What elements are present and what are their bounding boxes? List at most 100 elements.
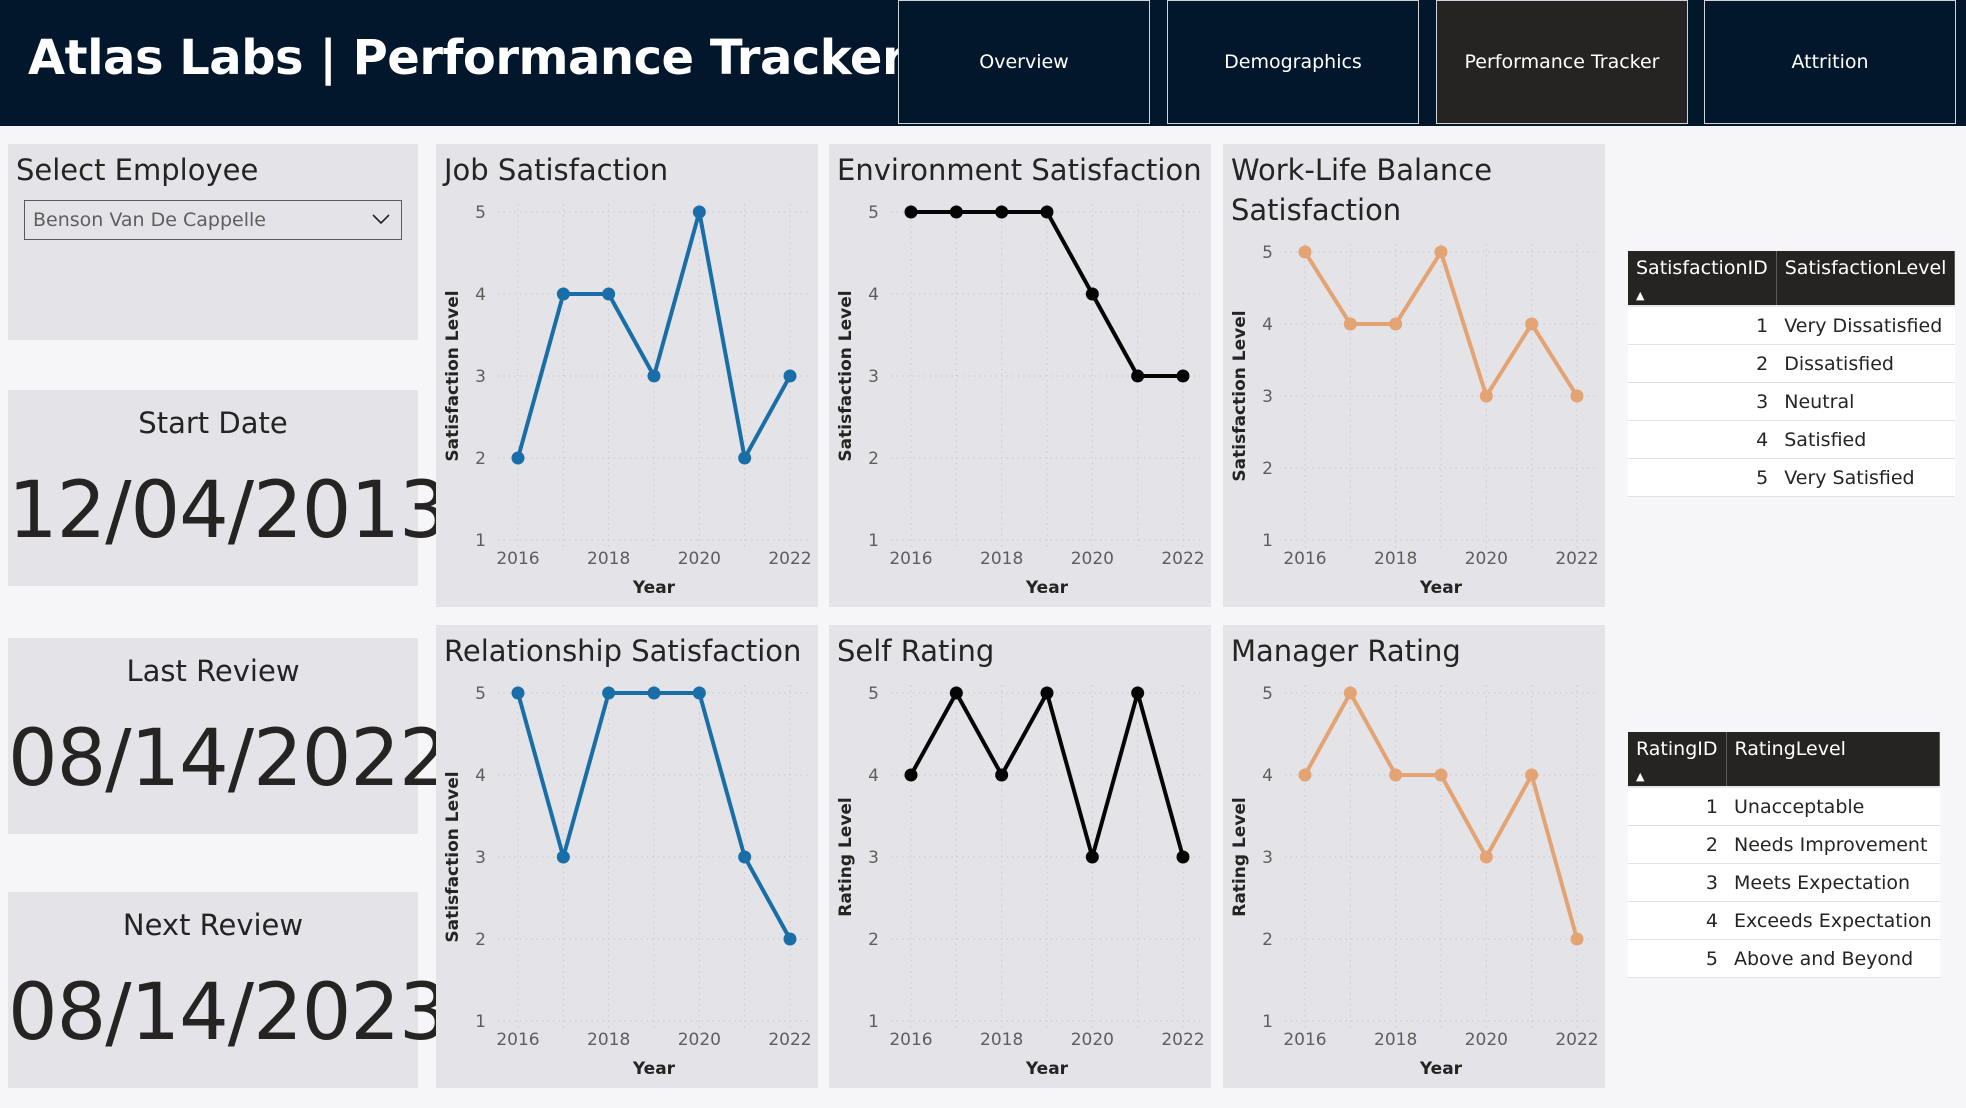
- y-tick-label: 5: [868, 684, 879, 704]
- start-date-card: Start Date 12/04/2013: [8, 390, 449, 586]
- data-point: [995, 768, 1009, 782]
- sort-ascending-icon: ▲: [1636, 770, 1645, 783]
- y-tick-label: 2: [1262, 459, 1273, 479]
- table-cell: Unacceptable: [1726, 786, 1940, 826]
- column-header-rating-level[interactable]: RatingLevel: [1726, 732, 1941, 787]
- header-label: RatingLevel: [1734, 738, 1846, 760]
- table-row: 2 Needs Improvement: [1628, 825, 1940, 864]
- y-tick-label: 5: [475, 203, 486, 223]
- nav-button-overview[interactable]: Overview: [898, 0, 1150, 124]
- sort-ascending-icon: ▲: [1636, 289, 1645, 302]
- nav-button-demographics[interactable]: Demographics: [1167, 0, 1419, 124]
- next-review-card: Next Review 08/14/2023: [8, 892, 449, 1088]
- y-tick-label: 2: [475, 930, 486, 950]
- last-review-card: Last Review 08/14/2022: [8, 638, 449, 834]
- last-review-label: Last Review: [126, 654, 300, 688]
- y-tick-label: 4: [868, 285, 879, 305]
- table-row: 4 Satisfied: [1628, 420, 1955, 459]
- data-point: [1570, 389, 1584, 403]
- satisfaction-lookup-table: SatisfactionID ▲ SatisfactionLevel 1 Very …: [1628, 251, 1956, 497]
- data-point: [602, 686, 616, 700]
- relationship-satisfaction-chart: 1 2 3 4 5 2016 2018 2020 2022 Year Satisfaction Le…: [436, 625, 818, 1088]
- data-point: [1525, 768, 1539, 782]
- data-point: [647, 686, 661, 700]
- self-rating-plot: 1 2 3 4 5 2016 2018 2020 2022 Year Rating Level: [836, 684, 1205, 1079]
- data-point: [511, 451, 525, 465]
- data-point: [995, 205, 1009, 219]
- x-tick-label: 2018: [587, 549, 630, 569]
- header-bar: Atlas Labs | Performance Tracker Overvie…: [0, 0, 1966, 126]
- select-employee-title: Select Employee: [16, 153, 259, 187]
- data-point: [556, 287, 570, 301]
- y-axis-title: Rating Level: [836, 797, 856, 917]
- table-cell: 1: [1628, 786, 1726, 826]
- nav-button-attrition[interactable]: Attrition: [1704, 0, 1956, 124]
- table-cell: 3: [1628, 863, 1726, 902]
- y-tick-label: 4: [868, 766, 879, 786]
- x-tick-label: 2018: [980, 1030, 1023, 1050]
- column-header-satisfaction-id[interactable]: SatisfactionID ▲: [1628, 251, 1777, 306]
- data-point: [1525, 317, 1539, 331]
- x-tick-label: 2022: [1555, 1030, 1598, 1050]
- y-tick-label: 1: [868, 531, 879, 551]
- column-header-satisfaction-level[interactable]: SatisfactionLevel: [1776, 251, 1956, 306]
- x-tick-label: 2016: [1283, 1030, 1326, 1050]
- data-point: [1085, 850, 1099, 864]
- header-label: SatisfactionID: [1636, 257, 1768, 279]
- data-point: [904, 768, 918, 782]
- y-tick-label: 3: [475, 848, 486, 868]
- y-tick-label: 1: [1262, 531, 1273, 551]
- data-point: [692, 686, 706, 700]
- x-tick-label: 2022: [1555, 549, 1598, 569]
- table-cell: 5: [1628, 939, 1726, 978]
- table-cell: Very Satisfied: [1776, 458, 1955, 497]
- chart-title: Work-Life Balance Satisfaction: [1231, 153, 1493, 227]
- table-cell: Very Dissatisfied: [1776, 305, 1955, 345]
- table-row: 5 Above and Beyond: [1628, 939, 1940, 978]
- data-point: [738, 850, 752, 864]
- y-tick-label: 1: [1262, 1012, 1273, 1032]
- self-rating-chart: 1 2 3 4 5 2016 2018 2020 2022 Year Rating Level Se…: [829, 625, 1211, 1088]
- y-axis-title: Rating Level: [1230, 797, 1250, 917]
- x-tick-label: 2022: [1161, 1030, 1204, 1050]
- data-point: [511, 686, 525, 700]
- table-cell: 2: [1628, 344, 1777, 383]
- data-point: [1389, 317, 1403, 331]
- x-tick-label: 2020: [1071, 549, 1114, 569]
- table-cell: Neutral: [1776, 382, 1955, 421]
- job-satisfaction-chart: 1 2 3 4 5 2016 2018 2020 2022 Year Satisfaction Le…: [436, 144, 818, 607]
- x-axis-title: Year: [1419, 578, 1463, 598]
- y-tick-label: 5: [475, 684, 486, 704]
- environment-satisfaction-chart: 1 2 3 4 5 2016 2018 2020 2022 Year Satisfaction Le…: [829, 144, 1211, 607]
- table-cell: 1: [1628, 305, 1777, 345]
- x-tick-label: 2016: [496, 549, 539, 569]
- table-cell: Dissatisfied: [1776, 344, 1955, 383]
- environment-satisfaction-plot: 1 2 3 4 5 2016 2018 2020 2022 Year Satisfaction Le…: [836, 203, 1205, 598]
- y-tick-label: 1: [475, 1012, 486, 1032]
- y-tick-label: 4: [1262, 766, 1273, 786]
- nav-button-performance-tracker[interactable]: Performance Tracker: [1436, 0, 1688, 124]
- x-axis-title: Year: [1419, 1059, 1463, 1079]
- table-cell: Exceeds Expectation: [1726, 901, 1940, 940]
- x-tick-label: 2022: [768, 1030, 811, 1050]
- data-point: [904, 205, 918, 219]
- x-tick-label: 2020: [678, 549, 721, 569]
- x-tick-label: 2018: [1374, 549, 1417, 569]
- table-cell: 2: [1628, 825, 1726, 864]
- x-axis-title: Year: [1025, 578, 1069, 598]
- table-row: 2 Dissatisfied: [1628, 344, 1955, 383]
- table-row: 1 Unacceptable: [1628, 786, 1940, 826]
- data-point: [1298, 245, 1312, 259]
- work-life-balance-chart: 1 2 3 4 5 2016 2018 2020 2022 Year Satisfaction Le…: [1223, 144, 1605, 607]
- data-point: [1343, 317, 1357, 331]
- column-header-rating-id[interactable]: RatingID ▲: [1628, 732, 1727, 787]
- y-tick-label: 3: [868, 848, 879, 868]
- last-review-value: 08/14/2022: [8, 714, 449, 804]
- data-point: [556, 850, 570, 864]
- data-point: [1389, 768, 1403, 782]
- y-tick-label: 2: [868, 930, 879, 950]
- data-point: [1131, 369, 1145, 383]
- data-point: [949, 686, 963, 700]
- employee-dropdown[interactable]: Benson Van De Cappelle: [24, 200, 402, 240]
- x-tick-label: 2020: [1465, 1030, 1508, 1050]
